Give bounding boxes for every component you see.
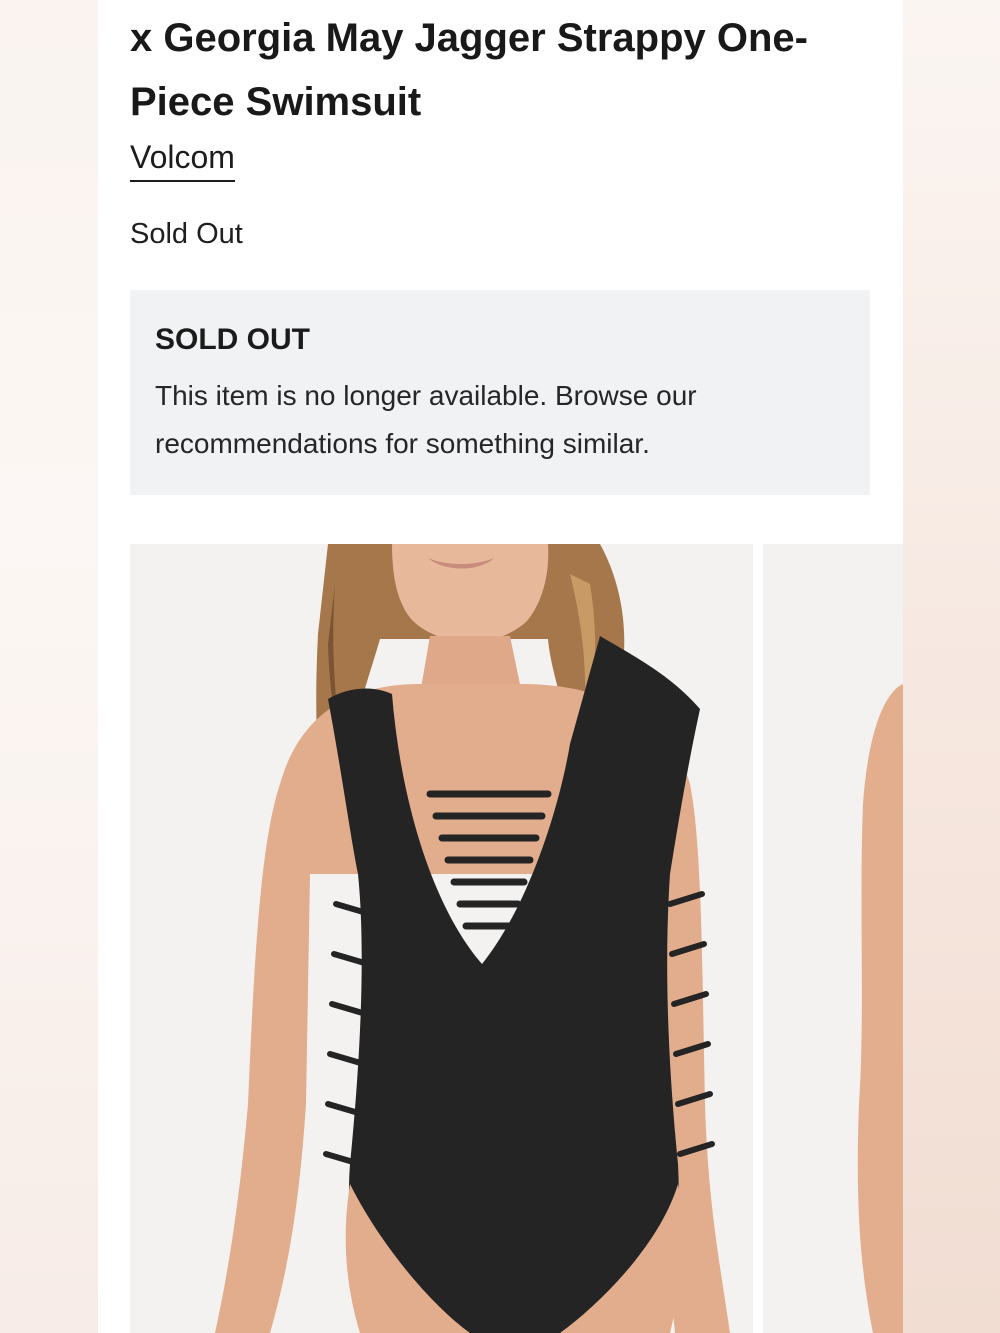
brand-link[interactable]: Volcom — [130, 135, 235, 182]
product-image-gallery[interactable] — [130, 544, 903, 1333]
price-status: Sold Out — [130, 218, 243, 250]
product-image-side[interactable] — [763, 544, 903, 1333]
model-photo-side — [763, 544, 903, 1333]
notice-body: This item is no longer available. Browse… — [155, 380, 697, 459]
product-title: x Georgia May Jagger Strappy One-Piece S… — [130, 16, 808, 124]
product-page: x Georgia May Jagger Strappy One-Piece S… — [98, 0, 903, 1333]
notice-title: SOLD OUT — [155, 323, 310, 356]
background-right — [903, 0, 1000, 1333]
background-left — [0, 0, 98, 1333]
product-image-front[interactable] — [130, 544, 753, 1333]
sold-out-notice: SOLD OUT This item is no longer availabl… — [130, 290, 870, 495]
model-photo-front — [130, 544, 753, 1333]
